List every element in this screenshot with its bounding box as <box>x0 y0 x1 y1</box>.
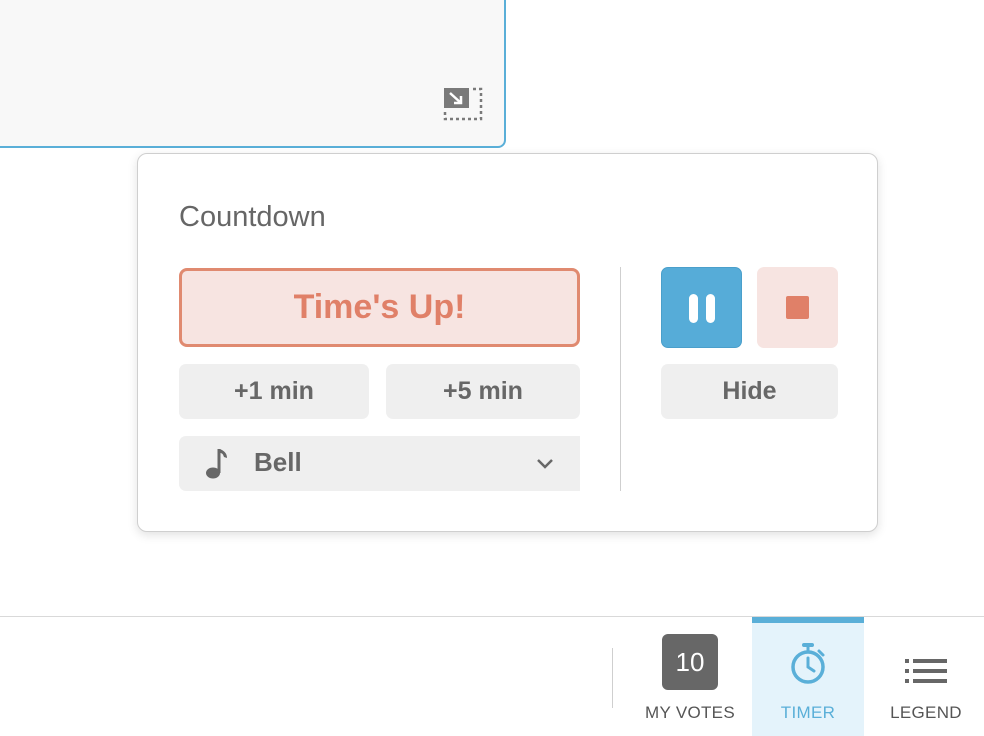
votes-count-badge: 10 <box>662 634 718 690</box>
chevron-down-icon <box>537 459 553 469</box>
times-up-display: Time's Up! <box>179 268 580 347</box>
selected-card[interactable] <box>0 0 506 148</box>
music-note-icon <box>206 449 227 479</box>
app-canvas: Countdown Time's Up! +1 min +5 min Bell <box>0 0 984 736</box>
popover-title: Countdown <box>179 201 326 233</box>
resize-icon[interactable] <box>443 87 483 121</box>
stop-button[interactable] <box>757 267 838 348</box>
stop-icon <box>786 296 809 319</box>
legend-button[interactable]: LEGEND <box>876 617 976 736</box>
hide-button[interactable]: Hide <box>661 364 838 419</box>
sound-select[interactable]: Bell <box>179 436 580 491</box>
list-icon <box>905 659 947 683</box>
add-5-min-button[interactable]: +5 min <box>386 364 580 419</box>
my-votes-label: MY VOTES <box>645 703 735 722</box>
popover-divider <box>620 267 621 491</box>
stopwatch-icon <box>791 643 825 684</box>
timer-label: TIMER <box>780 703 836 722</box>
my-votes-button[interactable]: 10 MY VOTES <box>636 617 744 736</box>
legend-label: LEGEND <box>890 703 962 722</box>
add-1-min-button[interactable]: +1 min <box>179 364 369 419</box>
pause-button[interactable] <box>661 267 742 348</box>
countdown-popover: Countdown Time's Up! +1 min +5 min Bell <box>137 153 878 532</box>
sound-select-value: Bell <box>254 447 302 477</box>
toolbar-divider <box>612 648 613 708</box>
timer-button[interactable]: TIMER <box>752 617 864 736</box>
timer-active-indicator <box>752 617 864 623</box>
